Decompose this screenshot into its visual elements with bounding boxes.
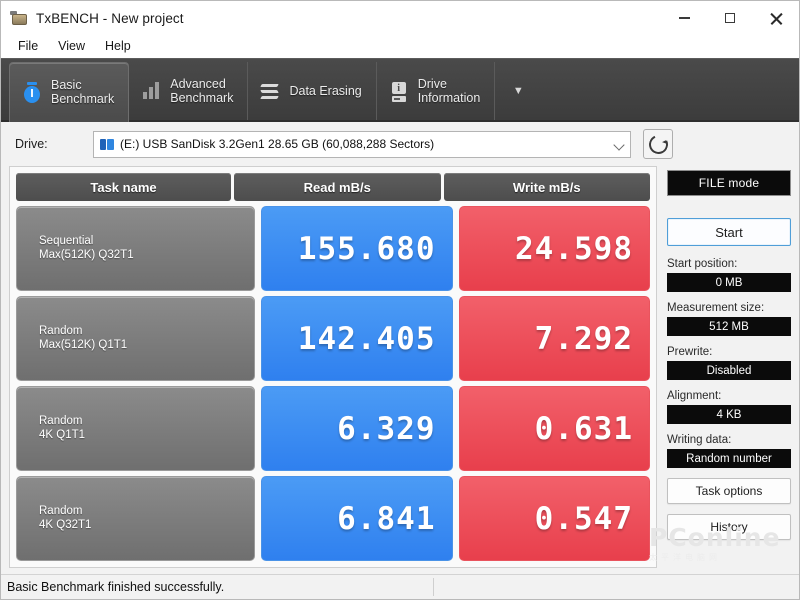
task-name-line1: Sequential bbox=[39, 235, 94, 247]
close-button[interactable] bbox=[753, 1, 799, 35]
main-content: Task name Read mB/s Write mB/s Sequentia… bbox=[1, 166, 799, 574]
bar-chart-icon bbox=[140, 78, 162, 104]
start-button[interactable]: Start bbox=[667, 218, 791, 246]
write-value-cell: 24.598 bbox=[458, 206, 650, 291]
tab-data-erasing-label: Data Erasing bbox=[289, 84, 362, 98]
table-row: Random 4K Q32T1 6.841 0.547 bbox=[16, 476, 650, 561]
task-name-line1: Random bbox=[39, 415, 83, 427]
status-divider bbox=[433, 578, 434, 596]
refresh-icon bbox=[645, 131, 671, 157]
settings-sidebar: FILE mode Start Start position: 0 MB Mea… bbox=[649, 166, 791, 574]
tab-basic-benchmark-label: Basic Benchmark bbox=[51, 77, 115, 106]
start-position-value[interactable]: 0 MB bbox=[667, 273, 791, 292]
results-rows: Sequential Max(512K) Q32T1 155.680 24.59… bbox=[10, 201, 656, 567]
task-name-line2: Max(512K) Q32T1 bbox=[39, 248, 134, 261]
table-row: Random Max(512K) Q1T1 142.405 7.292 bbox=[16, 296, 650, 381]
measurement-size-label: Measurement size: bbox=[667, 302, 765, 314]
menu-item-file[interactable]: File bbox=[9, 37, 47, 55]
tab-strip: Basic Benchmark Advanced Benchmark Data … bbox=[1, 58, 799, 122]
writing-data-value[interactable]: Random number bbox=[667, 449, 791, 468]
read-value-cell: 142.405 bbox=[261, 296, 453, 381]
task-name-line1: Random bbox=[39, 325, 83, 337]
alignment-label: Alignment: bbox=[667, 390, 722, 402]
drive-selector-row: Drive: (E:) USB SanDisk 3.2Gen1 28.65 GB… bbox=[1, 122, 799, 166]
task-options-button[interactable]: Task options bbox=[667, 478, 791, 504]
task-name-line1: Random bbox=[39, 505, 83, 517]
refresh-button[interactable] bbox=[643, 129, 673, 159]
read-value-cell: 6.841 bbox=[261, 476, 453, 561]
alignment-value[interactable]: 4 KB bbox=[667, 405, 791, 424]
table-row: Random 4K Q1T1 6.329 0.631 bbox=[16, 386, 650, 471]
file-mode-button[interactable]: FILE mode bbox=[667, 170, 791, 196]
window-title: TxBENCH - New project bbox=[36, 10, 184, 26]
tab-basic-benchmark[interactable]: Basic Benchmark bbox=[9, 62, 130, 122]
watermark: PConline 太平洋电脑网 bbox=[649, 525, 799, 568]
tab-advanced-benchmark-label: Advanced Benchmark bbox=[170, 77, 234, 105]
read-value-cell: 155.680 bbox=[261, 206, 453, 291]
column-header-write: Write mB/s bbox=[443, 173, 650, 201]
minimize-button[interactable] bbox=[661, 1, 707, 35]
drive-label: Drive: bbox=[15, 137, 48, 151]
task-name-cell[interactable]: Random 4K Q32T1 bbox=[16, 476, 255, 561]
chevron-down-icon bbox=[613, 138, 625, 151]
column-header-task-name: Task name bbox=[16, 173, 231, 201]
column-header-read: Read mB/s bbox=[234, 173, 441, 201]
status-bar: Basic Benchmark finished successfully. bbox=[1, 574, 799, 599]
task-name-line2: Max(512K) Q1T1 bbox=[39, 338, 128, 351]
prewrite-label: Prewrite: bbox=[667, 346, 713, 358]
maximize-button[interactable] bbox=[707, 1, 753, 35]
menu-bar: File View Help bbox=[1, 35, 799, 58]
task-name-cell[interactable]: Sequential Max(512K) Q32T1 bbox=[16, 206, 255, 291]
read-value-cell: 6.329 bbox=[261, 386, 453, 471]
results-header-row: Task name Read mB/s Write mB/s bbox=[16, 173, 650, 201]
write-value-cell: 0.631 bbox=[458, 386, 650, 471]
title-bar: TxBENCH - New project bbox=[1, 1, 799, 35]
menu-item-view[interactable]: View bbox=[49, 37, 94, 55]
task-name-line2: 4K Q32T1 bbox=[39, 518, 92, 531]
write-value-cell: 0.547 bbox=[458, 476, 650, 561]
usb-drive-icon bbox=[10, 10, 28, 26]
tab-data-erasing[interactable]: Data Erasing bbox=[248, 62, 377, 120]
writing-data-label: Writing data: bbox=[667, 434, 732, 446]
txbench-window: TxBENCH - New project File View Help Bas… bbox=[0, 0, 800, 600]
task-name-cell[interactable]: Random Max(512K) Q1T1 bbox=[16, 296, 255, 381]
drive-select-value: (E:) USB SanDisk 3.2Gen1 28.65 GB (60,08… bbox=[120, 137, 435, 151]
drive-select[interactable]: (E:) USB SanDisk 3.2Gen1 28.65 GB (60,08… bbox=[93, 130, 631, 158]
usb-drive-icon bbox=[100, 138, 115, 151]
tab-drive-information[interactable]: Drive Information bbox=[377, 62, 496, 120]
chevron-down-icon[interactable]: ▼ bbox=[501, 62, 535, 120]
table-row: Sequential Max(512K) Q32T1 155.680 24.59… bbox=[16, 206, 650, 291]
prewrite-value[interactable]: Disabled bbox=[667, 361, 791, 380]
task-name-cell[interactable]: Random 4K Q1T1 bbox=[16, 386, 255, 471]
scribble-erase-icon bbox=[259, 78, 281, 104]
tab-advanced-benchmark[interactable]: Advanced Benchmark bbox=[129, 62, 249, 120]
measurement-size-value[interactable]: 512 MB bbox=[667, 317, 791, 336]
window-controls bbox=[661, 1, 799, 35]
stopwatch-icon bbox=[21, 79, 43, 105]
start-position-label: Start position: bbox=[667, 258, 738, 270]
drive-info-icon bbox=[388, 78, 410, 104]
results-panel: Task name Read mB/s Write mB/s Sequentia… bbox=[9, 166, 657, 568]
status-message: Basic Benchmark finished successfully. bbox=[7, 580, 225, 594]
menu-item-help[interactable]: Help bbox=[96, 37, 140, 55]
write-value-cell: 7.292 bbox=[458, 296, 650, 381]
tab-drive-information-label: Drive Information bbox=[417, 77, 481, 105]
task-name-line2: 4K Q1T1 bbox=[39, 428, 86, 441]
